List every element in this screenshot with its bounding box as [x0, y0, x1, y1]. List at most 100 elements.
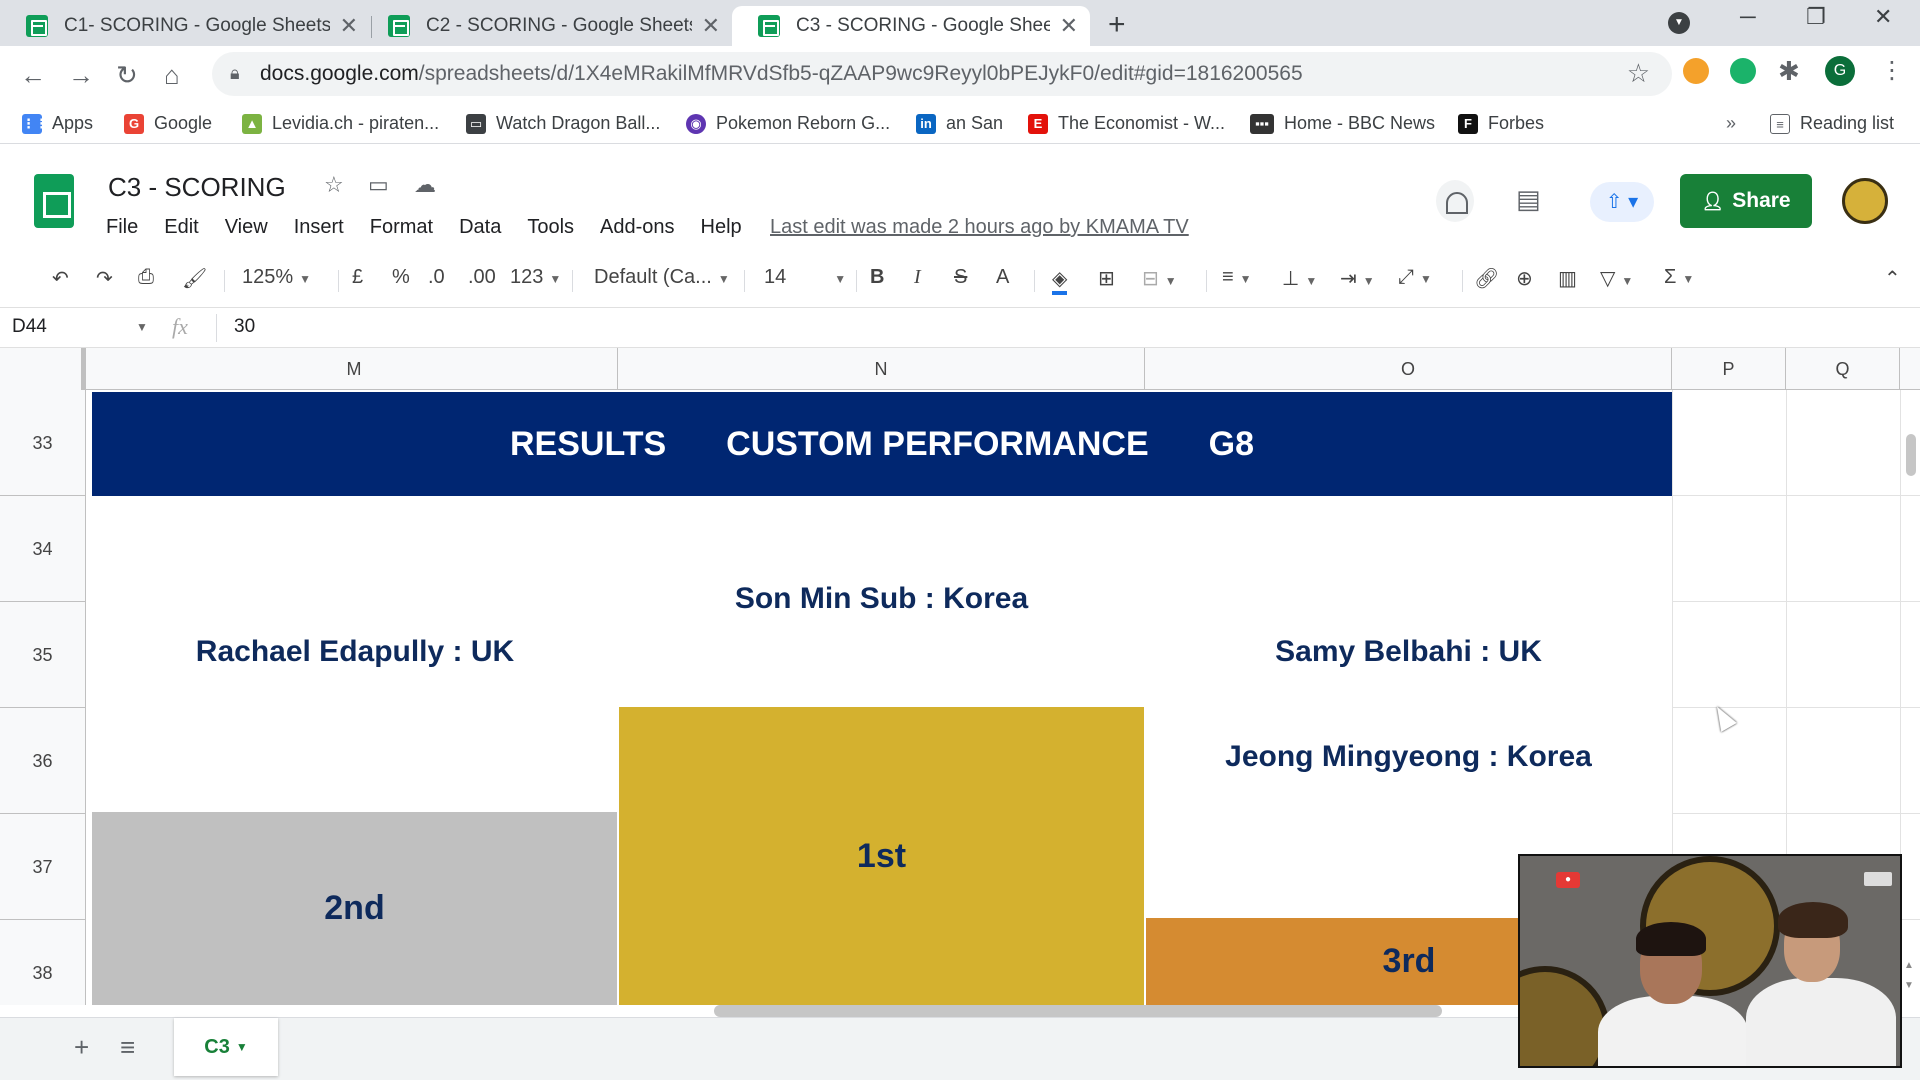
row-header-37[interactable]: 37	[0, 814, 86, 920]
star-icon[interactable]: ☆	[324, 172, 344, 198]
menu-edit[interactable]: Edit	[164, 216, 198, 239]
row-header-34[interactable]: 34	[0, 496, 86, 602]
omnibox[interactable]: 🔒︎ docs.google.com/spreadsheets/d/1X4eMR…	[212, 52, 1672, 96]
formula-input[interactable]: 30	[234, 316, 255, 338]
close-icon[interactable]: ✕	[340, 13, 358, 39]
strikethrough-button[interactable]: S	[954, 266, 967, 289]
second-place-podium[interactable]: 2nd	[92, 812, 617, 1005]
window-close-icon[interactable]: ✕	[1874, 4, 1892, 30]
column-header-p[interactable]: P	[1672, 348, 1786, 390]
bookmark-dragon-ball[interactable]: ▭ Watch Dragon Ball...	[466, 113, 660, 134]
column-header-q[interactable]: Q	[1786, 348, 1900, 390]
column-header-o[interactable]: O	[1145, 348, 1672, 390]
last-edit-link[interactable]: Last edit was made 2 hours ago by KMAMA …	[770, 216, 1189, 239]
account-avatar[interactable]	[1842, 178, 1888, 224]
all-sheets-list-icon[interactable]: ≡	[120, 1032, 135, 1063]
more-bookmarks-chevron-icon[interactable]: »	[1726, 113, 1736, 134]
undo-icon[interactable]: ↶	[52, 266, 69, 291]
sheets-logo-icon[interactable]	[34, 174, 74, 228]
decrease-decimal-button[interactable]: .0	[428, 266, 445, 289]
home-icon[interactable]: ⌂	[164, 60, 180, 91]
bold-button[interactable]: B	[870, 266, 884, 289]
text-color-button[interactable]: A	[996, 266, 1009, 289]
extension-diamond-icon[interactable]	[1683, 58, 1709, 84]
bookmark-forbes[interactable]: F Forbes	[1458, 113, 1544, 134]
format-percent-button[interactable]: %	[392, 266, 410, 289]
text-rotation-icon[interactable]: ⤢ ▼	[1398, 266, 1432, 289]
bookmark-star-icon[interactable]: ☆	[1627, 58, 1650, 89]
menu-format[interactable]: Format	[370, 216, 433, 239]
close-icon[interactable]: ✕	[702, 13, 720, 39]
browser-tab-c3[interactable]: C3 - SCORING - Google Sheets ✕	[732, 6, 1090, 46]
fill-color-icon[interactable]: ◈	[1052, 266, 1068, 295]
present-to-meeting-icon[interactable]: ⇧ ▾	[1590, 182, 1654, 222]
bookmark-pokemon[interactable]: ◉ Pokemon Reborn G...	[686, 113, 890, 134]
forward-arrow-icon[interactable]: →	[68, 60, 94, 91]
present-meeting-icon[interactable]	[1436, 180, 1474, 222]
functions-sigma-icon[interactable]: Σ ▼	[1664, 266, 1694, 289]
menu-data[interactable]: Data	[459, 216, 501, 239]
zoom-select[interactable]: 125% ▼	[242, 266, 311, 289]
third-place-name-1[interactable]: Samy Belbahi : UK	[1145, 635, 1672, 669]
lock-icon[interactable]: 🔒︎	[230, 63, 240, 84]
second-place-name[interactable]: Rachael Edapully : UK	[92, 635, 618, 669]
vertical-scrollbar[interactable]	[1906, 434, 1916, 476]
document-title[interactable]: C3 - SCORING	[108, 172, 286, 203]
font-size-select[interactable]: 14 ▼	[764, 266, 846, 289]
text-wrap-icon[interactable]: ⇥ ▼	[1340, 266, 1375, 291]
insert-link-icon[interactable]: 🔗︎	[1474, 266, 1499, 291]
column-header-n[interactable]: N	[618, 348, 1145, 390]
reload-icon[interactable]: ↻	[116, 60, 138, 91]
row-header-33[interactable]: 33	[0, 390, 86, 496]
first-place-podium[interactable]: 1st	[619, 707, 1144, 1005]
url-text[interactable]: docs.google.com/spreadsheets/d/1X4eMRaki…	[260, 62, 1303, 86]
sheet-menu-chevron-icon[interactable]: ▼	[236, 1040, 248, 1054]
close-icon[interactable]: ✕	[1060, 13, 1078, 39]
font-family-select[interactable]: Default (Ca... ▼	[594, 266, 730, 289]
merge-cells-icon[interactable]: ⊟ ▼	[1142, 266, 1177, 291]
extensions-puzzle-icon[interactable]: ✱	[1778, 56, 1800, 87]
browser-tab-c2[interactable]: C2 - SCORING - Google Sheets ✕	[362, 6, 732, 46]
back-arrow-icon[interactable]: ←	[20, 60, 46, 91]
cloud-saved-icon[interactable]: ☁	[414, 172, 436, 198]
redo-icon[interactable]: ↷	[96, 266, 113, 291]
italic-button[interactable]: I	[914, 266, 921, 289]
row-header-35[interactable]: 35	[0, 602, 86, 708]
column-header-m[interactable]: M	[91, 348, 618, 390]
bookmark-levidia[interactable]: ▲ Levidia.ch - piraten...	[242, 113, 439, 134]
horizontal-align-icon[interactable]: ≡ ▼	[1222, 266, 1252, 289]
menu-file[interactable]: File	[106, 216, 138, 239]
menu-insert[interactable]: Insert	[294, 216, 344, 239]
row-header-36[interactable]: 36	[0, 708, 86, 814]
browser-menu-icon[interactable]: ⋮	[1880, 56, 1904, 85]
profile-avatar[interactable]: G	[1825, 56, 1855, 86]
bookmark-google[interactable]: G Google	[124, 113, 212, 134]
format-currency-button[interactable]: £	[352, 266, 363, 289]
name-box-dropdown-icon[interactable]: ▼	[136, 320, 148, 334]
bookmark-apps[interactable]: ⋮⋮ Apps	[22, 113, 93, 134]
share-button[interactable]: 👤︎ Share	[1680, 174, 1812, 228]
menu-add-ons[interactable]: Add-ons	[600, 216, 675, 239]
print-icon[interactable]: ⎙	[138, 266, 154, 289]
paint-format-icon[interactable]: 🖌︎	[182, 266, 207, 291]
borders-icon[interactable]: ⊞	[1098, 266, 1115, 291]
filter-icon[interactable]: ▽ ▼	[1600, 266, 1633, 291]
bookmark-bbc[interactable]: ▪▪▪ Home - BBC News	[1250, 113, 1435, 134]
new-tab-plus-icon[interactable]: +	[1108, 8, 1126, 42]
scroll-down-arrow-icon[interactable]: ▼	[1904, 980, 1914, 991]
horizontal-scrollbar[interactable]	[714, 1005, 1442, 1017]
extension-grammarly-icon[interactable]	[1730, 58, 1756, 84]
bookmark-economist[interactable]: E The Economist - W...	[1028, 113, 1225, 134]
more-formats-select[interactable]: 123 ▼	[510, 266, 561, 289]
menu-view[interactable]: View	[225, 216, 268, 239]
third-place-name-2[interactable]: Jeong Mingyeong : Korea	[1145, 740, 1672, 774]
bookmark-linkedin[interactable]: in an San	[916, 113, 1003, 134]
media-control-icon[interactable]: ▼	[1668, 12, 1690, 34]
sheet-tab-c3[interactable]: C3 ▼	[174, 1018, 278, 1076]
insert-comment-icon[interactable]: ⊕	[1516, 266, 1533, 291]
results-banner[interactable]: RESULTS CUSTOM PERFORMANCE G8	[92, 392, 1672, 496]
insert-chart-icon[interactable]: ▥	[1558, 266, 1577, 291]
minimize-icon[interactable]: ─	[1740, 4, 1756, 30]
row-header-38[interactable]: 38	[0, 920, 86, 1005]
vertical-align-icon[interactable]: ⊥ ▼	[1282, 266, 1317, 291]
